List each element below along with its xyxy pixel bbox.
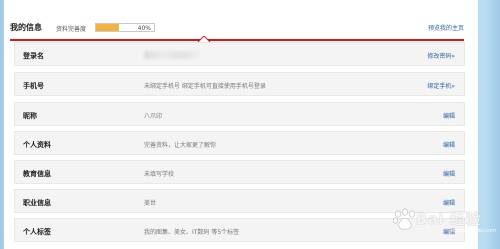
- completeness-label: 资料完善度: [56, 26, 87, 33]
- row-nickname: 昵称 八爪印 编辑: [14, 102, 465, 126]
- preview-homepage-link[interactable]: 预览我的主页: [428, 23, 464, 32]
- row-value: 未绑定手机号 绑定手机可直接使用手机号登录: [144, 83, 266, 90]
- row-personal-info: 个人资料 完善资料，让大家更了解你 编辑: [14, 131, 465, 155]
- row-label: 手机号: [23, 82, 44, 90]
- edit-nickname-link[interactable]: 编辑: [443, 111, 455, 120]
- row-label: 职业信息: [23, 199, 51, 207]
- completeness-progress-bar: 40%: [95, 23, 155, 32]
- row-value: 美世: [144, 200, 157, 207]
- bind-phone-link[interactable]: 绑定手机»: [427, 81, 455, 90]
- row-value: 我的图集、美女、IT数码 等5个标签: [144, 229, 240, 236]
- row-phone: 手机号 未绑定手机号 绑定手机可直接使用手机号登录 绑定手机»: [14, 72, 465, 96]
- row-label: 个人资料: [23, 141, 51, 149]
- row-login-name: 登录名 修改密码»: [14, 42, 465, 66]
- row-label: 个人标签: [23, 228, 51, 236]
- baidu-jingyan-watermark: Bai 经验 jingyan.baidu.com: [392, 206, 496, 236]
- redacted-username: [144, 51, 200, 59]
- row-value: 完善资料，让大家更了解你: [144, 142, 217, 149]
- row-label: 登录名: [23, 52, 44, 60]
- completeness-progress-fill: [96, 24, 120, 31]
- edit-personal-info-link[interactable]: 编辑: [443, 140, 455, 149]
- row-value: 八爪印: [144, 113, 163, 120]
- edit-education-link[interactable]: 编辑: [443, 169, 455, 178]
- paw-icon: [392, 208, 415, 230]
- watermark-url: jingyan.baidu.com: [450, 228, 497, 234]
- row-education: 教育信息 未填写学校 编辑: [14, 160, 465, 184]
- change-password-link[interactable]: 修改密码»: [427, 51, 455, 60]
- row-label: 昵称: [23, 112, 37, 120]
- completeness-percent: 40%: [137, 25, 151, 32]
- row-value: 未填写学校: [144, 171, 175, 178]
- watermark-text: Bai 经验: [416, 210, 481, 228]
- profile-header: 我的信息 资料完善度 40% 预览我的主页: [10, 19, 464, 41]
- page-title: 我的信息: [10, 23, 42, 32]
- row-label: 教育信息: [23, 170, 51, 178]
